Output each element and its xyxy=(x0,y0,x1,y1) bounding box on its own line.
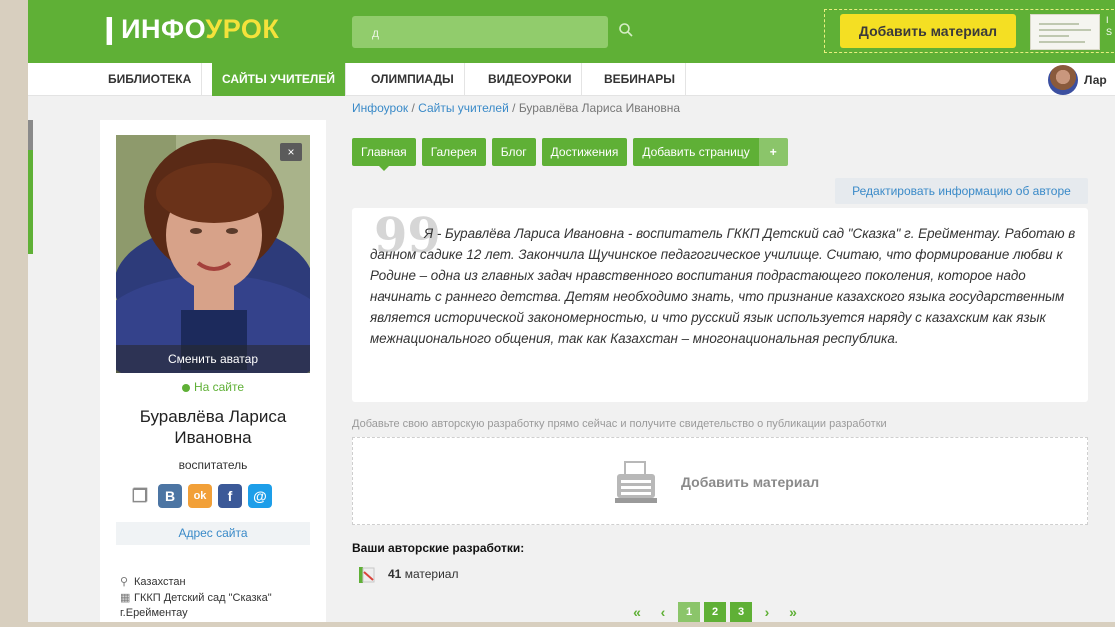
tab-achievements[interactable]: Достижения xyxy=(541,138,628,166)
breadcrumb-separator: / xyxy=(512,101,516,115)
city-label: г.Ерейментау xyxy=(120,607,188,619)
last-page-icon[interactable]: » xyxy=(782,604,804,620)
breadcrumb-teacher-sites[interactable]: Сайты учителей xyxy=(418,101,509,115)
left-accent-strip-top xyxy=(28,120,33,150)
promo-text: Добавьте свою авторскую разработку прямо… xyxy=(352,418,887,430)
typewriter-icon xyxy=(615,461,657,503)
page-3-button[interactable]: 3 xyxy=(730,602,752,622)
country-label: Казахстан xyxy=(134,576,186,588)
online-dot-icon xyxy=(181,383,190,392)
vk-icon[interactable]: В xyxy=(158,484,182,508)
search-icon[interactable] xyxy=(618,22,634,38)
mail-icon[interactable]: @ xyxy=(248,484,272,508)
facebook-icon[interactable]: f xyxy=(218,484,242,508)
about-author-box: 99 Я - Буравлёва Лариса Ивановна - воспи… xyxy=(352,208,1088,402)
remove-photo-button[interactable]: × xyxy=(280,143,302,161)
materials-icon xyxy=(359,566,375,583)
author-role: воспитатель xyxy=(178,458,248,472)
topbar-edge-text: I S xyxy=(1106,15,1113,37)
location-pin-icon: ⚲ xyxy=(120,576,129,588)
works-count-label: материал xyxy=(404,567,459,581)
add-page-plus-button[interactable]: + xyxy=(758,138,788,166)
tab-blog[interactable]: Блог xyxy=(491,138,536,166)
site-tabs: Главная Галерея Блог Достижения Добавить… xyxy=(352,138,788,171)
user-name[interactable]: Лар xyxy=(1084,73,1107,87)
next-page-icon[interactable]: › xyxy=(756,604,778,620)
breadcrumb-current: Буравлёва Лариса Ивановна xyxy=(518,101,681,115)
nav-item-library[interactable]: Библиотека xyxy=(98,63,203,96)
change-avatar-button[interactable]: Сменить аватар xyxy=(116,345,310,373)
certificate-thumbnail[interactable] xyxy=(1030,14,1100,50)
page-1-button[interactable]: 1 xyxy=(678,602,700,622)
odnoklassniki-icon[interactable]: ok xyxy=(188,484,212,508)
works-count[interactable]: 41 материал xyxy=(358,564,458,584)
location-organization: ▦ ГККП Детский сад "Сказка" xyxy=(120,591,272,605)
add-page-group: Добавить страницу + xyxy=(633,138,788,166)
organization-label: ГККП Детский сад "Сказка" xyxy=(134,592,272,604)
add-material-top-button[interactable]: Добавить материал xyxy=(840,14,1016,48)
nav-item-webinars[interactable]: Вебинары xyxy=(594,63,687,96)
building-icon: ▦ xyxy=(120,592,131,604)
site-logo[interactable]: ❙ИНФОУРОК xyxy=(98,14,279,45)
location-country: ⚲ Казахстан xyxy=(120,575,186,589)
location-city: г.Ерейментау xyxy=(120,606,188,620)
prev-page-icon[interactable]: ‹ xyxy=(652,604,674,620)
social-links: ❐ В ok f @ xyxy=(128,484,272,510)
add-material-label: Добавить материал xyxy=(681,474,820,490)
tab-gallery[interactable]: Галерея xyxy=(421,138,486,166)
online-status-label: На сайте xyxy=(193,380,245,394)
edit-author-info-button[interactable]: Редактировать информацию об авторе xyxy=(835,178,1088,204)
works-count-number: 41 xyxy=(388,567,402,581)
first-page-icon[interactable]: « xyxy=(626,604,648,620)
author-name-line2: Ивановна xyxy=(174,428,252,447)
add-material-dropzone[interactable]: Добавить материал xyxy=(352,437,1088,525)
author-sidebar: × Сменить аватар На сайте Буравлёва Лари… xyxy=(100,120,326,627)
logo-mark-icon: ❙ xyxy=(98,14,122,44)
browser-page: ❙ИНФОУРОК д Добавить материал I S Библио… xyxy=(28,0,1115,627)
author-portrait-image xyxy=(116,135,310,373)
online-status: На сайте xyxy=(100,380,326,394)
breadcrumb-home[interactable]: Инфоурок xyxy=(352,101,408,115)
logo-text-part2: УРОК xyxy=(205,14,280,44)
window-bottom-edge xyxy=(28,622,1115,627)
copy-icon[interactable]: ❐ xyxy=(128,484,152,508)
about-author-text: Я - Буравлёва Лариса Ивановна - воспитат… xyxy=(370,226,1076,346)
nav-item-video-lessons[interactable]: Видеоуроки xyxy=(478,63,583,96)
pagination: « ‹ 1 2 3 › » xyxy=(626,601,804,623)
author-photo: × Сменить аватар xyxy=(116,135,310,373)
search-input[interactable]: д xyxy=(352,16,608,48)
nav-item-olympiads[interactable]: Олимпиады xyxy=(361,63,465,96)
main-nav: Библиотека Сайты учителей Олимпиады Виде… xyxy=(28,63,1115,96)
page-2-button[interactable]: 2 xyxy=(704,602,726,622)
site-address-link[interactable]: Адрес сайта xyxy=(116,522,310,545)
tab-add-page[interactable]: Добавить страницу xyxy=(633,138,759,166)
top-bar: ❙ИНФОУРОК д Добавить материал I S xyxy=(28,0,1115,63)
author-name: Буравлёва Лариса Ивановна xyxy=(100,406,326,448)
breadcrumb: Инфоурок / Сайты учителей / Буравлёва Ла… xyxy=(352,101,680,115)
nav-item-teacher-sites[interactable]: Сайты учителей xyxy=(212,63,346,96)
tab-main[interactable]: Главная xyxy=(352,138,416,171)
author-name-line1: Буравлёва Лариса xyxy=(139,407,287,426)
user-avatar[interactable] xyxy=(1048,65,1078,95)
breadcrumb-separator: / xyxy=(411,101,415,115)
works-title: Ваши авторские разработки: xyxy=(352,541,525,555)
logo-text-part1: ИНФО xyxy=(121,14,206,44)
